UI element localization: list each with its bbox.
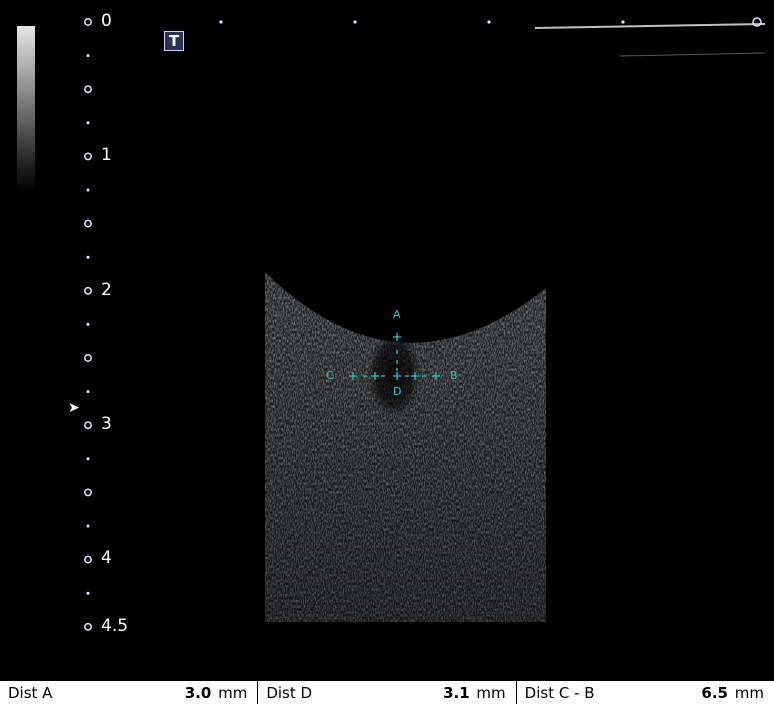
depth-scale-ticks <box>84 18 92 631</box>
depth-label-2: 2 <box>101 280 112 300</box>
depth-label-4: 4 <box>101 548 112 568</box>
measurement-panel-dist-c-b: Dist C - B 6.5 mm <box>517 681 774 704</box>
depth-minor-tick <box>86 255 90 259</box>
depth-major-tick <box>84 219 92 228</box>
depth-minor-tick <box>86 457 90 461</box>
measurement-label: Dist A <box>8 684 53 702</box>
measurement-value: 3.1 <box>443 684 470 702</box>
measurement-panel-dist-d: Dist D 3.1 mm <box>258 681 517 704</box>
depth-major-tick <box>84 555 92 564</box>
depth-minor-tick <box>86 54 90 58</box>
depth-minor-tick <box>86 121 90 125</box>
depth-label-4-5: 4.5 <box>101 616 129 636</box>
depth-minor-tick <box>86 322 90 326</box>
depth-major-tick <box>84 286 92 295</box>
focus-marker-arrow-icon: ➤ <box>68 400 80 416</box>
depth-minor-tick <box>86 390 90 394</box>
measurement-label: Dist D <box>266 684 313 702</box>
measurement-value: 3.0 <box>184 684 212 702</box>
surface-echo-line-faint <box>619 52 766 57</box>
t-button[interactable]: T <box>164 31 184 51</box>
depth-major-tick <box>84 622 92 631</box>
caliper-label-a: A <box>393 308 401 321</box>
depth-major-tick <box>84 421 92 430</box>
depth-major-tick <box>84 354 92 362</box>
measurement-value: 6.5 <box>701 684 728 702</box>
depth-minor-tick <box>86 524 90 528</box>
surface-echo-line <box>534 23 766 29</box>
depth-major-tick <box>84 152 92 161</box>
measurement-unit: mm <box>476 684 506 702</box>
caliper-label-c: C <box>326 369 334 382</box>
caliper-label-d: D <box>393 385 402 398</box>
depth-major-tick <box>84 488 92 497</box>
caliper-label-b: B <box>450 369 458 382</box>
tissue-region <box>265 272 546 622</box>
measurement-unit: mm <box>218 684 248 702</box>
measurement-panel-dist-a: Dist A 3.0 mm <box>0 681 259 704</box>
depth-minor-tick <box>86 591 90 595</box>
hypoechoic-lesion <box>368 332 420 416</box>
measurement-label: Dist C - B <box>524 684 595 702</box>
depth-label-0: 0 <box>101 11 112 31</box>
measurement-unit: mm <box>734 684 764 702</box>
ultrasound-viewport: T 0 1 2 3 4 4.5 ➤ A D C B <box>0 0 774 680</box>
grayscale-bar <box>17 26 35 191</box>
ultrasound-image <box>84 17 766 631</box>
depth-label-1: 1 <box>101 145 112 165</box>
depth-label-3: 3 <box>101 414 112 434</box>
measurement-bar: Dist A 3.0 mm Dist D 3.1 mm Dist C - B 6… <box>0 680 774 704</box>
depth-major-tick <box>84 85 92 94</box>
depth-minor-tick <box>86 188 90 192</box>
depth-major-tick <box>84 18 92 26</box>
